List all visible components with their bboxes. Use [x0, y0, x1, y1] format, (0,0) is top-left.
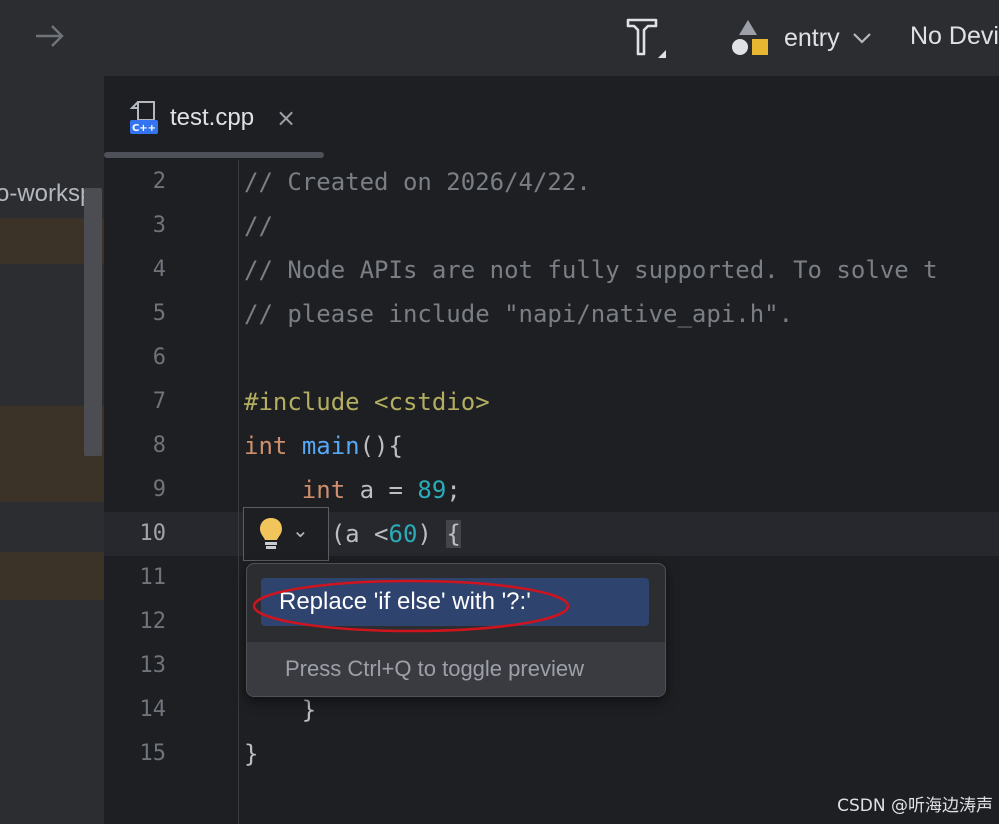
chevron-down-icon: ⌄ — [292, 518, 309, 542]
intention-actions-button[interactable]: ⌄ — [243, 507, 329, 561]
line-number: 9 — [152, 477, 166, 502]
panel-scrollbar[interactable] — [84, 188, 102, 456]
code-text: // Node APIs are not fully supported. To… — [244, 256, 938, 284]
line-number: 8 — [152, 433, 166, 458]
code-text: int main(){ — [244, 432, 403, 460]
code-line[interactable]: 8 int main(){ — [104, 424, 999, 468]
code-text: #include <cstdio> — [244, 388, 490, 416]
arrow-right-icon[interactable] — [32, 20, 68, 52]
code-line[interactable]: 7 #include <cstdio> — [104, 380, 999, 424]
code-line[interactable]: 3 // — [104, 204, 999, 248]
shapes-icon — [732, 20, 768, 55]
watermark: CSDN @听海边涛声 — [837, 796, 993, 816]
panel-highlight-row — [0, 552, 104, 600]
code-line[interactable]: 6 — [104, 336, 999, 380]
line-number: 14 — [139, 697, 167, 722]
code-line[interactable]: 10 if(a <60) { — [104, 512, 999, 556]
tab-label: test.cpp — [170, 104, 255, 131]
line-number: 10 — [139, 521, 167, 546]
preview-hint: Press Ctrl+Q to toggle preview — [285, 656, 584, 681]
code-line[interactable]: 4 // Node APIs are not fully supported. T… — [104, 248, 999, 292]
editor-tab-bar: C++ test.cpp × — [104, 76, 999, 161]
annotation-ellipse — [252, 579, 570, 633]
device-selector[interactable]: No Devi — [910, 22, 999, 51]
code-text: int a = 89; — [301, 476, 461, 504]
project-root-item[interactable]: o-worksp — [0, 180, 93, 208]
line-number: 4 — [152, 257, 166, 282]
code-text: // Created on 2026/4/22. — [244, 168, 591, 196]
line-number: 3 — [152, 213, 166, 238]
hammer-icon[interactable] — [622, 14, 670, 60]
line-number: 12 — [139, 609, 167, 634]
code-line[interactable]: 2 // Created on 2026/4/22. — [104, 160, 999, 204]
run-config-selector[interactable]: entry — [730, 16, 872, 60]
code-text: } — [244, 740, 259, 768]
line-number: 5 — [152, 301, 166, 326]
lightbulb-icon — [260, 518, 282, 549]
code-editor[interactable]: 2 // Created on 2026/4/22. 3 // 4 // Node API… — [104, 160, 999, 824]
code-line[interactable]: 5 // please include "napi/native_api.h". — [104, 292, 999, 336]
tab-scroll-indicator[interactable] — [104, 152, 324, 158]
close-icon[interactable]: × — [276, 104, 296, 132]
cpp-file-icon: C++ — [129, 101, 158, 134]
popup-footer: Press Ctrl+Q to toggle preview — [247, 642, 665, 696]
project-panel: o-worksp — [0, 76, 104, 824]
code-text: // — [244, 212, 273, 240]
svg-text:C++: C++ — [132, 123, 156, 134]
main-toolbar: entry No Devi — [0, 0, 999, 76]
line-number: 2 — [152, 169, 166, 194]
chevron-down-icon — [852, 33, 871, 44]
line-number: 11 — [139, 565, 167, 590]
line-number: 7 — [152, 389, 166, 414]
run-config-label: entry — [784, 23, 840, 52]
line-number: 15 — [139, 741, 167, 766]
code-text: // please include "napi/native_api.h". — [244, 300, 794, 328]
line-number: 13 — [139, 653, 167, 678]
line-number: 6 — [152, 345, 166, 370]
code-line[interactable]: 9 int a = 89; — [104, 468, 999, 512]
code-line[interactable]: 15} — [104, 732, 999, 776]
tab-test-cpp[interactable]: C++ test.cpp × — [128, 98, 296, 138]
